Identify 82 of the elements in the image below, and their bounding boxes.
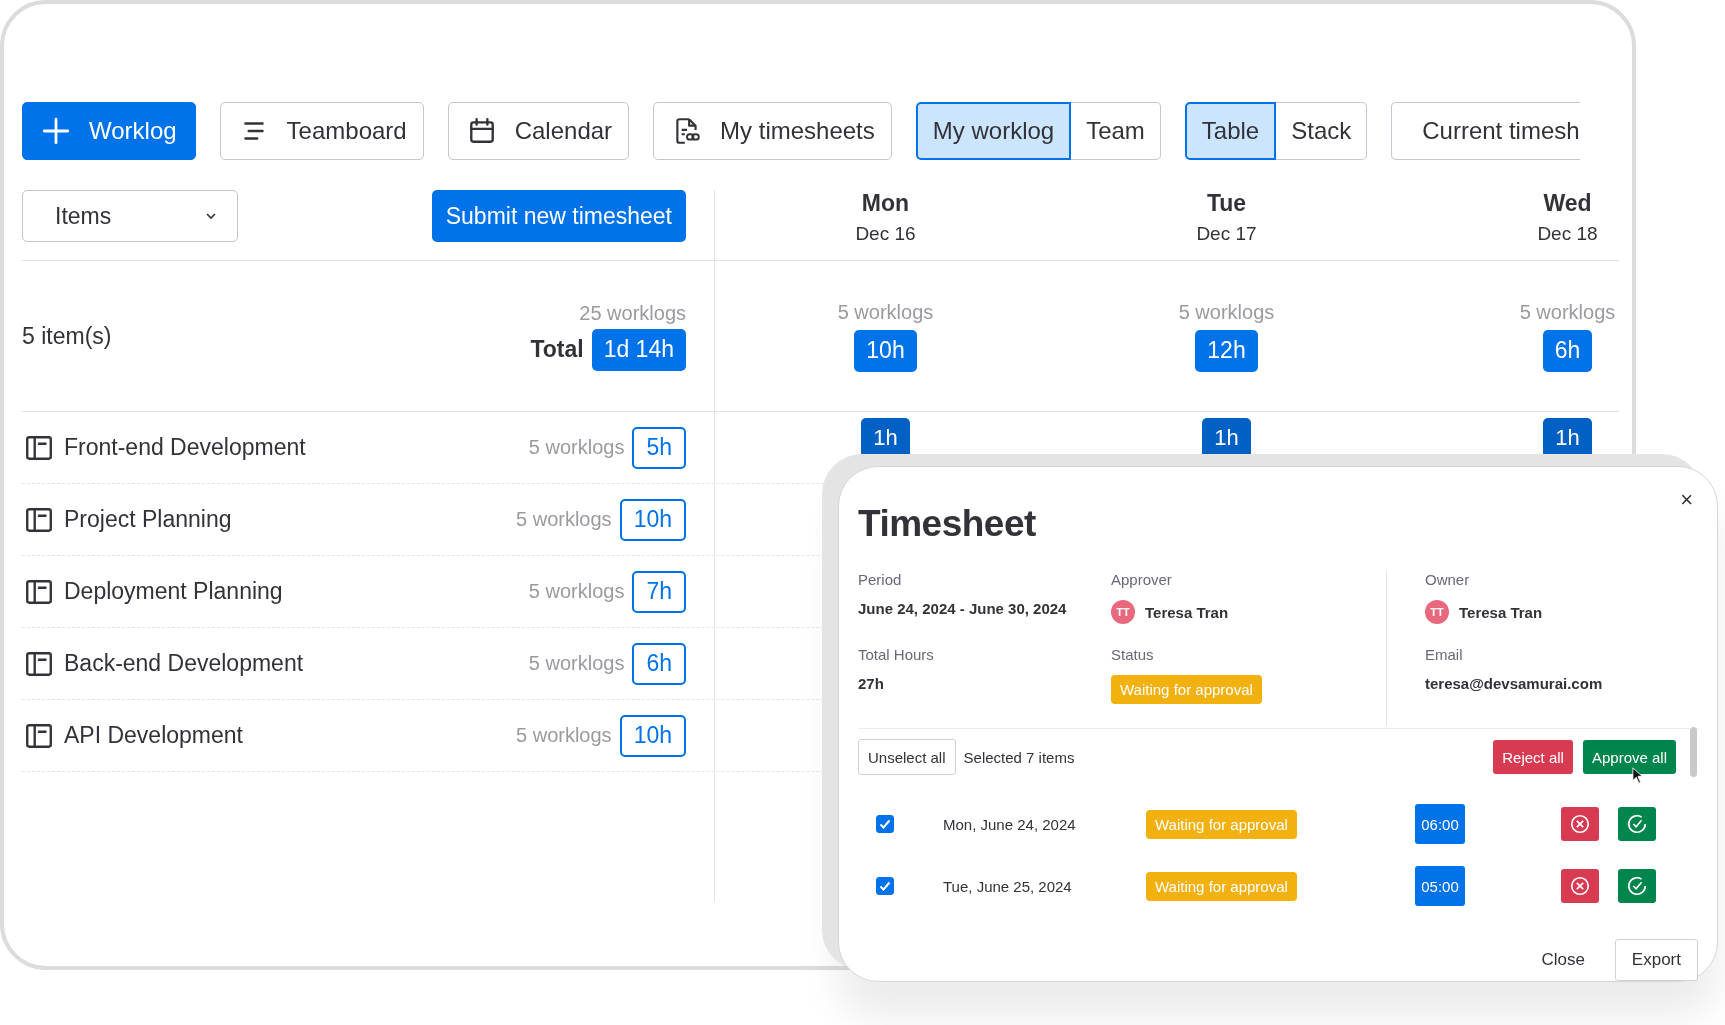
day-name: Mon: [861, 190, 910, 217]
toolbar-button[interactable]: Teamboard: [219, 102, 424, 160]
plus-icon: [41, 116, 71, 146]
field-value: teresa@devsamurai.com: [1425, 675, 1603, 692]
worklog-count: 5 worklogs: [1178, 300, 1275, 324]
reject-all-button[interactable]: Reject all: [1493, 740, 1573, 774]
worklog-count: 5 worklogs: [1519, 300, 1616, 324]
hours-chip: 05:00: [1415, 866, 1465, 906]
worklog-count: 5 worklogs: [528, 436, 625, 459]
checkbox[interactable]: [876, 877, 894, 895]
item-hours-chip[interactable]: 5h: [632, 426, 686, 469]
entry-date: Mon, June 24, 2024: [943, 815, 1077, 833]
dialog-title: Timesheet: [858, 503, 1037, 545]
toolbar-button[interactable]: My timesheets: [653, 102, 892, 160]
item-name[interactable]: Back-end Development: [64, 650, 529, 677]
worklog-count: 25 worklogs: [579, 301, 686, 325]
check-circle-icon: [1626, 875, 1648, 897]
checkbox[interactable]: [876, 815, 894, 833]
entry-date: Tue, June 25, 2024: [943, 877, 1073, 895]
item-hours-chip[interactable]: 6h: [632, 642, 686, 685]
x-circle-icon: [1569, 875, 1591, 897]
reject-button[interactable]: [1561, 869, 1599, 903]
day-total-chip[interactable]: 6h: [1542, 329, 1593, 372]
period-button[interactable]: Current timesh: [1391, 102, 1580, 160]
item-count: 5 item(s): [22, 322, 112, 350]
status-badge: Waiting for approval: [1146, 871, 1297, 901]
field-label: Email: [1425, 646, 1463, 663]
scope-tab[interactable]: My worklog: [915, 102, 1072, 160]
check-circle-icon: [1626, 813, 1648, 835]
toolbar-button[interactable]: Worklog: [22, 102, 196, 160]
submit-button[interactable]: Submit new timesheet: [431, 190, 686, 242]
view-tab[interactable]: Table: [1184, 102, 1277, 160]
day-name: Wed: [1543, 190, 1592, 217]
worklog-count: 5 worklogs: [837, 300, 934, 324]
view-tab[interactable]: Stack: [1276, 102, 1368, 160]
field-value: 27h: [858, 675, 884, 692]
item-name[interactable]: Deployment Planning: [64, 578, 529, 605]
x-circle-icon: [1569, 813, 1591, 835]
field-label: Total Hours: [858, 646, 934, 663]
item-name[interactable]: Front-end Development: [64, 434, 529, 461]
status-badge: Waiting for approval: [1111, 675, 1262, 704]
total-hours-chip: 1d 14h: [591, 328, 686, 371]
unselect-all-button[interactable]: Unselect all: [858, 739, 956, 775]
day-date: Dec 16: [855, 223, 916, 245]
scrollbar[interactable]: [1690, 727, 1697, 777]
hours-chip: 06:00: [1415, 804, 1465, 844]
item-name[interactable]: API Development: [64, 722, 516, 749]
item-name[interactable]: Project Planning: [64, 506, 516, 533]
field-label: Approver: [1111, 571, 1172, 588]
worklog-count: 5 worklogs: [528, 580, 625, 603]
toolbar-button[interactable]: Calendar: [447, 102, 630, 160]
day-date: Dec 18: [1537, 223, 1598, 245]
group-by-dropdown[interactable]: Items: [22, 190, 238, 242]
day-name: Tue: [1206, 190, 1247, 217]
approve-button[interactable]: [1618, 869, 1656, 903]
reject-button[interactable]: [1561, 807, 1599, 841]
field-value: June 24, 2024 - June 30, 2024: [858, 600, 1067, 617]
field-label: Owner: [1425, 571, 1470, 588]
total-label: Total: [530, 336, 584, 363]
person-name: Teresa Tran: [1459, 603, 1543, 621]
worklog-count: 5 worklogs: [528, 652, 625, 675]
field-label: Status: [1111, 646, 1154, 663]
selection-count: Selected 7 items: [963, 748, 1075, 766]
scope-tab[interactable]: Team: [1071, 102, 1161, 160]
item-hours-chip[interactable]: 7h: [632, 570, 686, 613]
approve-button[interactable]: [1618, 807, 1656, 841]
avatar: TT: [1111, 600, 1135, 624]
approve-all-button[interactable]: Approve all: [1582, 740, 1676, 774]
day-total-chip[interactable]: 10h: [854, 329, 917, 372]
status-badge: Waiting for approval: [1146, 809, 1297, 839]
day-date: Dec 17: [1196, 223, 1257, 245]
avatar: TT: [1425, 600, 1449, 624]
worklog-count: 5 worklogs: [516, 724, 612, 747]
close-button[interactable]: Close: [1535, 949, 1591, 971]
export-button[interactable]: Export: [1614, 939, 1698, 981]
item-hours-chip[interactable]: 10h: [619, 714, 686, 757]
item-hours-chip[interactable]: 10h: [619, 498, 686, 541]
cursor-icon: [1632, 767, 1644, 784]
person-name: Teresa Tran: [1145, 603, 1229, 621]
day-total-chip[interactable]: 12h: [1195, 329, 1258, 372]
worklog-count: 5 worklogs: [516, 508, 612, 531]
field-label: Period: [858, 571, 902, 588]
